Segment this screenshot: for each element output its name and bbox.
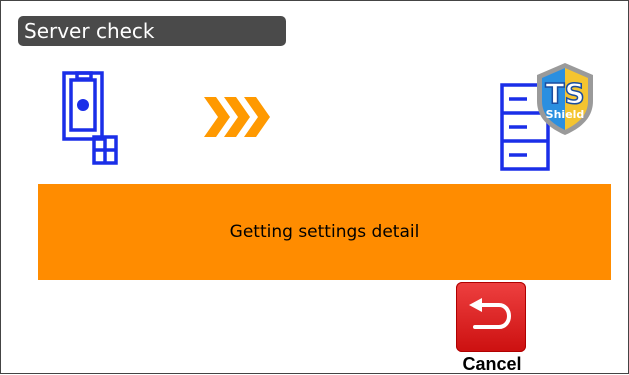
cancel-button[interactable]: Cancel [452,282,532,375]
status-message: Getting settings detail [229,222,420,242]
window-frame: Server check TS Shield Getting settings … [0,0,629,374]
cancel-button-tile[interactable] [456,282,526,352]
return-arrow-icon [469,298,511,329]
title-bar: Server check [18,16,286,46]
status-banner: Getting settings detail [38,184,611,280]
shield-icon: TS Shield [537,63,593,135]
server-icon: TS Shield [499,61,599,171]
window-title: Server check [24,19,155,43]
survey-instrument-icon [61,67,123,167]
shield-logo-text: TS [545,77,584,110]
cancel-button-label[interactable]: Cancel [452,353,532,375]
shield-logo-subtext: Shield [546,108,585,121]
triple-chevron-right-icon [204,95,274,139]
